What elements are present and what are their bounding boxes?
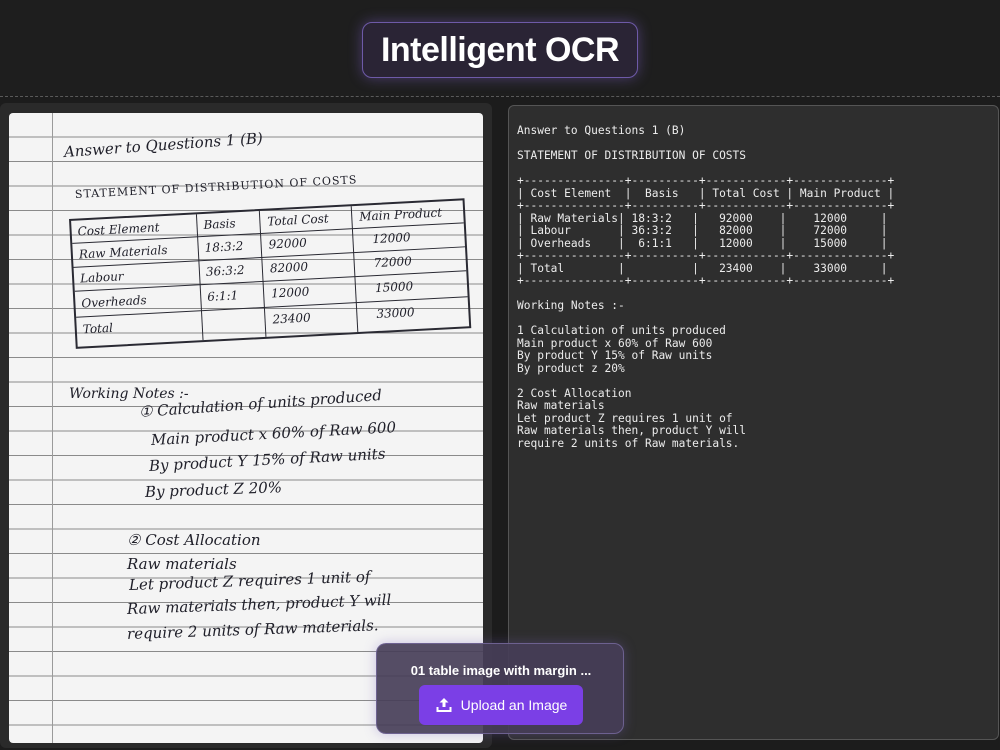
app-header: Intelligent OCR [0, 0, 1000, 96]
hw-r0-c0: Raw Materials [78, 242, 168, 262]
hw-r1-c0: Labour [79, 269, 124, 286]
hw-r1-c3: 72000 [373, 254, 413, 271]
hw-title: Answer to Questions 1 (B) [63, 129, 264, 161]
hw-r2-c1: 6:1:1 [206, 288, 239, 304]
hw-r0-c1: 18:3:2 [204, 238, 244, 255]
upload-image-button[interactable]: Upload an Image [419, 685, 583, 725]
hw-r1-c1: 36:3:2 [205, 262, 245, 279]
hw-alloc-1: ② Cost Allocation [127, 531, 261, 549]
title-box: Intelligent OCR [362, 22, 638, 78]
header-divider [0, 96, 1000, 97]
hw-r3-c3: 33000 [376, 305, 415, 322]
hw-alloc-5: require 2 units of Raw materials. [126, 616, 379, 643]
hw-alloc-4: Raw materials then, product Y will [126, 590, 392, 618]
selected-file-name: 01 table image with margin ... [410, 663, 592, 678]
hw-th-2: Total Cost [267, 211, 330, 229]
hw-r3-c2: 23400 [272, 310, 312, 327]
hw-r2-c3: 15000 [374, 279, 414, 296]
hw-notes-title: Working Notes :- [69, 386, 189, 402]
hw-statement: STATEMENT OF DISTRIBUTION OF COSTS [74, 173, 358, 201]
upload-card: 01 table image with margin ... Upload an… [376, 643, 624, 734]
hw-note-2: Main product x 60% of Raw 600 [150, 418, 397, 449]
hw-alloc-2: Raw materials [127, 555, 237, 573]
upload-icon [435, 696, 453, 714]
hw-note-3: By product Y 15% of Raw units [148, 444, 386, 475]
hw-r0-c2: 92000 [268, 235, 308, 252]
hw-th-3: Main Product [358, 205, 443, 224]
upload-button-label: Upload an Image [460, 697, 568, 713]
app-title: Intelligent OCR [380, 30, 620, 69]
hw-r1-c2: 82000 [269, 259, 309, 276]
hw-table: Cost Element Basis Total Cost Main Produ… [69, 198, 472, 349]
hw-th-0: Cost Element [77, 220, 160, 239]
hw-r3-c0: Total [82, 320, 114, 337]
hw-r0-c3: 12000 [372, 230, 411, 247]
hw-note-4: By product Z 20% [144, 478, 283, 501]
hw-r2-c2: 12000 [270, 284, 310, 301]
ocr-result-text[interactable]: Answer to Questions 1 (B) STATEMENT OF D… [517, 124, 987, 450]
hw-r2-c0: Overheads [81, 293, 147, 311]
hw-th-1: Basis [203, 216, 236, 232]
